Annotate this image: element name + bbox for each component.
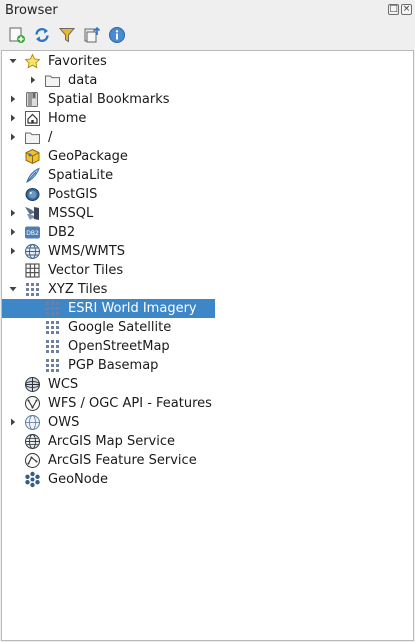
collapse-all-button[interactable]: [83, 26, 101, 44]
chevron-down-icon[interactable]: [8, 284, 18, 294]
tree-item-label: Vector Tiles: [48, 263, 124, 278]
tree-item-label: ArcGIS Feature Service: [48, 453, 197, 468]
tiles-icon: [44, 300, 61, 317]
tree-item-label: ESRI World Imagery: [68, 301, 197, 316]
tree-item-xyz-tiles[interactable]: XYZ Tiles: [2, 280, 413, 299]
tree-item-label: OpenStreetMap: [68, 339, 170, 354]
tree-item-pgp-basemap[interactable]: PGP Basemap: [2, 356, 413, 375]
home-icon: [24, 110, 41, 127]
tree-item-label: XYZ Tiles: [48, 282, 108, 297]
spatialite-icon: [24, 167, 41, 184]
tree-item-ows[interactable]: OWS: [2, 413, 413, 432]
chevron-right-icon[interactable]: [8, 246, 18, 256]
tree-item-wcs[interactable]: WCS: [2, 375, 413, 394]
arcgis-feature-icon: [24, 452, 41, 469]
tree-item-favorites[interactable]: Favorites: [2, 52, 413, 71]
tree-item-label: /: [48, 130, 53, 145]
tree-item-label: PostGIS: [48, 187, 98, 202]
filter-button[interactable]: [58, 26, 76, 44]
panel-title: Browser: [5, 3, 58, 18]
tiles-icon: [44, 319, 61, 336]
tree-item-label: DB2: [48, 225, 76, 240]
info-icon: [109, 27, 125, 43]
tree-item-data[interactable]: data: [2, 71, 413, 90]
filter-icon: [58, 28, 76, 43]
browser-toolbar: [0, 22, 415, 48]
tree-item-label: GeoNode: [48, 472, 108, 487]
tree-item-geopackage[interactable]: GeoPackage: [2, 147, 413, 166]
browser-panel: Browser □ × Favorites data Spatial Bookm…: [0, 0, 415, 642]
tree-item-postgis[interactable]: PostGIS: [2, 185, 413, 204]
chevron-right-icon[interactable]: [8, 113, 18, 123]
tree-item-google-satellite[interactable]: Google Satellite: [2, 318, 413, 337]
bookmarks-icon: [24, 91, 41, 108]
tree-item-mssql[interactable]: MSSQL: [2, 204, 413, 223]
close-panel-button[interactable]: ×: [401, 4, 412, 15]
db2-icon: DB2: [24, 224, 41, 241]
tree-item-label: Home: [48, 111, 87, 126]
tiles-icon: [44, 357, 61, 374]
float-panel-button[interactable]: □: [388, 4, 399, 15]
chevron-right-icon[interactable]: [8, 417, 18, 427]
postgis-icon: [24, 186, 41, 203]
folder-icon: [44, 72, 61, 89]
tree-item-label: Favorites: [48, 54, 107, 69]
ows-icon: [24, 414, 41, 431]
tiles-icon: [24, 281, 41, 298]
globe-icon: [24, 243, 41, 260]
tree-item-arcgis-map-service[interactable]: ArcGIS Map Service: [2, 432, 413, 451]
wcs-icon: [24, 376, 41, 393]
geopackage-icon: [24, 148, 41, 165]
star-icon: [24, 53, 41, 70]
tree-item-arcgis-feature-service[interactable]: ArcGIS Feature Service: [2, 451, 413, 470]
svg-text:DB2: DB2: [26, 230, 39, 237]
chevron-right-icon[interactable]: [8, 132, 18, 142]
tree-item-label: MSSQL: [48, 206, 94, 221]
tiles-icon: [44, 338, 61, 355]
tree-item-wfs-ogc-api-features[interactable]: WFS / OGC API - Features: [2, 394, 413, 413]
tree-item-esri-world-imagery[interactable]: ESRI World Imagery: [2, 299, 413, 318]
add-layer-button[interactable]: [8, 26, 26, 44]
tree-item-label: SpatiaLite: [48, 168, 114, 183]
tree-item-label: GeoPackage: [48, 149, 128, 164]
collapse-all-icon: [84, 26, 101, 43]
chevron-right-icon[interactable]: [8, 227, 18, 237]
grid-icon: [24, 262, 41, 279]
tree-item-spatial-bookmarks[interactable]: Spatial Bookmarks: [2, 90, 413, 109]
tree-item-label: Spatial Bookmarks: [48, 92, 170, 107]
tree-item-label: OWS: [48, 415, 80, 430]
panel-titlebar: Browser □ ×: [0, 0, 415, 22]
refresh-button[interactable]: [33, 26, 51, 44]
mssql-icon: [24, 205, 41, 222]
tree-item-label: Google Satellite: [68, 320, 172, 335]
tree-item-vector-tiles[interactable]: Vector Tiles: [2, 261, 413, 280]
tree-item-label: ArcGIS Map Service: [48, 434, 176, 449]
tree-item-home[interactable]: Home: [2, 109, 413, 128]
refresh-icon: [35, 27, 49, 43]
tree-item-openstreetmap[interactable]: OpenStreetMap: [2, 337, 413, 356]
tree-item-db2[interactable]: DB2 DB2: [2, 223, 413, 242]
browser-tree[interactable]: Favorites data Spatial Bookmarks Home / GeoPa…: [1, 50, 414, 641]
chevron-down-icon[interactable]: [8, 56, 18, 66]
folder-icon: [24, 129, 41, 146]
tree-item-label: WFS / OGC API - Features: [48, 396, 212, 411]
tree-item-geonode[interactable]: GeoNode: [2, 470, 413, 489]
chevron-right-icon[interactable]: [8, 208, 18, 218]
geonode-icon: [24, 471, 41, 488]
properties-button[interactable]: [108, 26, 126, 44]
arcgis-map-icon: [24, 433, 41, 450]
tree-item-spatialite[interactable]: SpatiaLite: [2, 166, 413, 185]
tree-item-root[interactable]: /: [2, 128, 413, 147]
tree-item-label: PGP Basemap: [68, 358, 159, 373]
add-layer-icon: [9, 27, 25, 43]
tree-item-wms-wmts[interactable]: WMS/WMTS: [2, 242, 413, 261]
wfs-icon: [24, 395, 41, 412]
chevron-right-icon[interactable]: [28, 75, 38, 85]
tree-item-label: data: [68, 73, 98, 88]
tree-item-label: WCS: [48, 377, 79, 392]
chevron-right-icon[interactable]: [8, 94, 18, 104]
tree-item-label: WMS/WMTS: [48, 244, 125, 259]
